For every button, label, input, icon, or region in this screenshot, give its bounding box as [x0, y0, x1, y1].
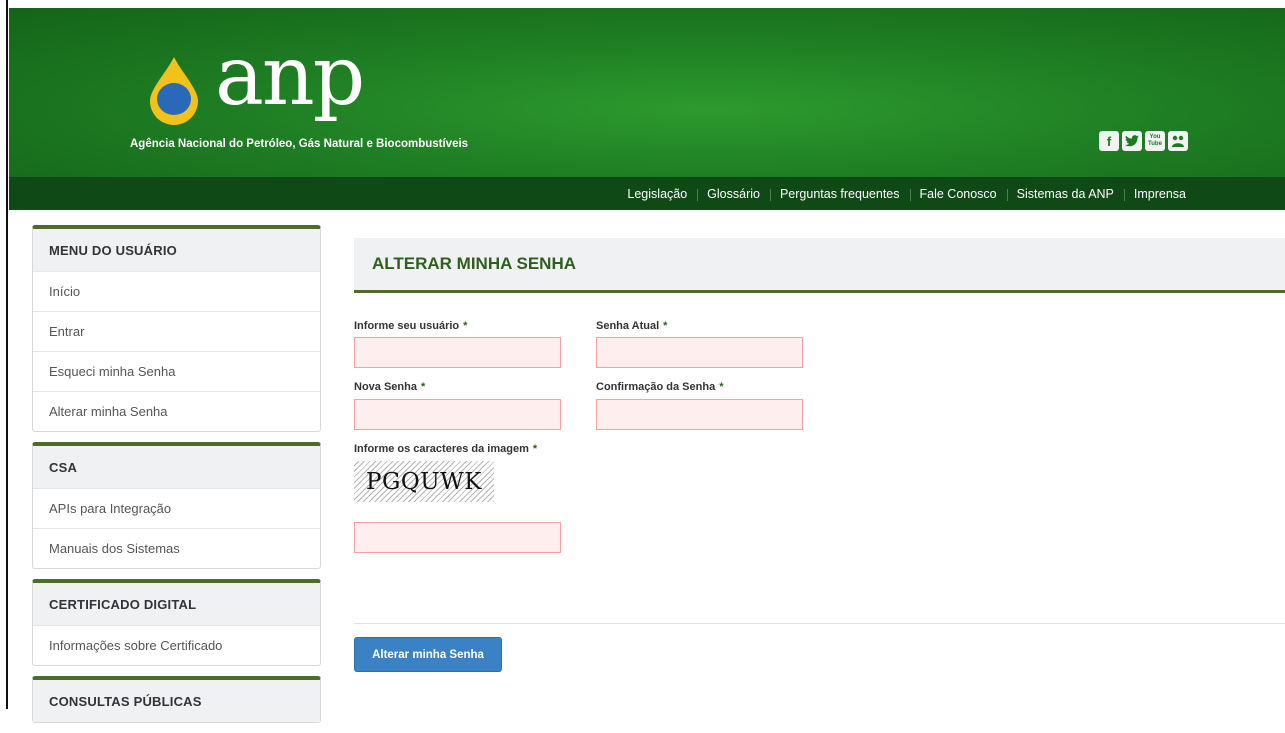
- nova-senha-input[interactable]: [354, 399, 561, 430]
- captcha-label-text: Informe os caracteres da imagem: [354, 443, 529, 455]
- top-navigation: Legislação Glossário Perguntas frequente…: [9, 177, 1285, 210]
- youtube-icon[interactable]: You Tube: [1145, 131, 1165, 151]
- panel-title: CSA: [33, 446, 320, 488]
- confirmacao-senha-label: Confirmação da Senha *: [596, 381, 723, 393]
- captcha-label: Informe os caracteres da imagem *: [354, 443, 537, 455]
- facebook-icon[interactable]: f: [1099, 131, 1119, 151]
- sidebar-item-alterar-senha[interactable]: Alterar minha Senha: [33, 391, 320, 431]
- required-mark: *: [532, 443, 538, 455]
- page-title-bar: ALTERAR MINHA SENHA: [354, 238, 1285, 293]
- senha-atual-label: Senha Atual *: [596, 320, 667, 332]
- sidebar: MENU DO USUÁRIO Início Entrar Esqueci mi…: [32, 225, 321, 733]
- panel-menu-usuario: MENU DO USUÁRIO Início Entrar Esqueci mi…: [32, 225, 321, 432]
- logo-wordmark[interactable]: anp: [215, 36, 365, 118]
- senha-atual-label-text: Senha Atual: [596, 320, 660, 332]
- usuario-label: Informe seu usuário *: [354, 320, 467, 332]
- main-content: ALTERAR MINHA SENHA Informe seu usuário *…: [354, 238, 1285, 672]
- agency-name: Agência Nacional do Petróleo, Gás Natura…: [130, 138, 469, 150]
- social-network-icon[interactable]: [1168, 131, 1188, 151]
- usuario-input[interactable]: [354, 337, 561, 368]
- captcha-image: PGQUWK: [354, 461, 494, 502]
- page-title: ALTERAR MINHA SENHA: [372, 254, 576, 273]
- nova-senha-label: Nova Senha *: [354, 381, 425, 393]
- nav-item-fale-conosco[interactable]: Fale Conosco: [909, 187, 1007, 201]
- nav-item-imprensa[interactable]: Imprensa: [1123, 187, 1196, 201]
- sidebar-item-entrar[interactable]: Entrar: [33, 311, 320, 351]
- nova-senha-label-text: Nova Senha: [354, 381, 417, 393]
- panel-certificado-digital: CERTIFICADO DIGITAL Informações sobre Ce…: [32, 579, 321, 666]
- form-divider: [354, 623, 1285, 624]
- panel-title: CERTIFICADO DIGITAL: [33, 583, 320, 625]
- alterar-senha-button[interactable]: Alterar minha Senha: [354, 637, 502, 672]
- twitter-icon[interactable]: [1122, 131, 1142, 151]
- window-top-edge: [0, 0, 1285, 8]
- nav-item-glossario[interactable]: Glossário: [697, 187, 770, 201]
- senha-atual-input[interactable]: [596, 337, 803, 368]
- sidebar-item-manuais-sistemas[interactable]: Manuais dos Sistemas: [33, 528, 320, 568]
- required-mark: *: [663, 320, 668, 332]
- sidebar-item-esqueci-senha[interactable]: Esqueci minha Senha: [33, 351, 320, 391]
- anp-drop-logo-icon: [150, 57, 198, 125]
- nav-item-perguntas-frequentes[interactable]: Perguntas frequentes: [769, 187, 910, 201]
- nav-item-legislacao[interactable]: Legislação: [617, 187, 697, 201]
- nav-item-sistemas-anp[interactable]: Sistemas da ANP: [1006, 187, 1124, 201]
- change-password-form: Informe seu usuário * Senha Atual * Nova S…: [354, 293, 1285, 672]
- social-links: f You Tube: [1099, 131, 1188, 151]
- sidebar-item-apis-integracao[interactable]: APIs para Integração: [33, 488, 320, 528]
- required-mark: *: [463, 320, 468, 332]
- panel-csa: CSA APIs para Integração Manuais dos Sis…: [32, 442, 321, 569]
- confirmacao-senha-input[interactable]: [596, 399, 803, 430]
- confirmacao-label-text: Confirmação da Senha: [596, 381, 716, 393]
- panel-title: CONSULTAS PÚBLICAS: [33, 680, 320, 722]
- captcha-input[interactable]: [354, 522, 561, 553]
- window-left-edge: [0, 0, 8, 709]
- usuario-label-text: Informe seu usuário: [354, 320, 460, 332]
- sidebar-item-inicio[interactable]: Início: [33, 271, 320, 311]
- panel-consultas-publicas: CONSULTAS PÚBLICAS: [32, 676, 321, 723]
- site-header: anp Agência Nacional do Petróleo, Gás Na…: [9, 8, 1285, 177]
- sidebar-item-info-certificado[interactable]: Informações sobre Certificado: [33, 625, 320, 665]
- panel-title: MENU DO USUÁRIO: [33, 229, 320, 271]
- required-mark: *: [719, 381, 724, 393]
- required-mark: *: [420, 381, 426, 393]
